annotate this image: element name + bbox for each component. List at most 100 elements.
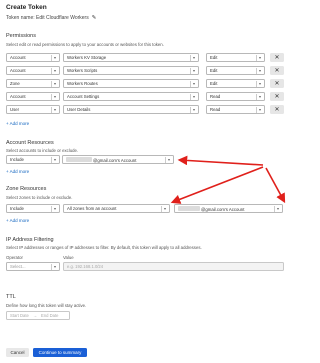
continue-to-summary-button[interactable]: Continue to summary [33,348,87,357]
zone-add-more-link[interactable]: + Add more [6,218,29,223]
remove-permission-button[interactable]: ✕ [270,66,284,75]
zone-account-select[interactable]: @gmail.com's Account ▾ [174,204,283,213]
select-divider [190,106,191,113]
ip-filtering-helper: Select IP addresses or ranges of IP addr… [6,245,202,250]
permission-scope-select[interactable]: Account ▾ [6,53,60,62]
permission-access-select[interactable]: Edit ▾ [206,79,265,88]
permission-scope-select[interactable]: Zone ▾ [6,79,60,88]
permission-resource-select-value: User Details [67,107,91,112]
zone-account-value: @gmail.com's Account [178,205,245,212]
permission-resource-select[interactable]: Workers KV Storage ▾ [63,53,199,62]
arrow-right-icon: → [32,313,38,318]
ttl-helper: Define how long this token will stay act… [6,303,87,308]
select-divider [256,80,257,87]
chevron-down-icon: ▾ [192,94,195,99]
chevron-down-icon: ▾ [192,55,195,60]
zone-scope-select[interactable]: All zones from an account ▾ [63,204,170,213]
permission-access-select-value: Read [210,107,221,112]
chevron-down-icon: ▾ [167,157,170,162]
annotation-arrow-account [177,155,264,166]
permissions-add-more-link[interactable]: + Add more [6,121,29,126]
operator-select[interactable]: Select... ▾ [6,262,60,271]
account-select-label: @gmail.com's Account [93,157,137,163]
permission-access-select[interactable]: Read ▾ [206,92,265,101]
remove-permission-button[interactable]: ✕ [270,79,284,88]
zone-include-value: Include [10,206,24,211]
chevron-down-icon: ▾ [53,94,56,99]
permission-access-select[interactable]: Edit ▾ [206,53,265,62]
permission-scope-select-value: Account [10,94,26,99]
permission-access-select[interactable]: Read ▾ [206,105,265,114]
account-add-more-link[interactable]: + Add more [6,169,29,174]
account-include-select[interactable]: Include ▾ [6,155,60,164]
zone-include-select[interactable]: Include ▾ [6,204,60,213]
permission-resource-select-value: Workers Routes [67,81,98,86]
permission-access-select[interactable]: Edit ▾ [206,66,265,75]
permission-scope-select-value: Account [10,55,26,60]
pencil-icon[interactable]: ✎ [92,15,97,21]
permission-scope-select[interactable]: User ▾ [6,105,60,114]
select-divider [51,156,52,163]
chevron-down-icon: ▾ [276,206,279,211]
zone-resources-heading: Zone Resources [6,186,47,192]
permission-resource-select[interactable]: User Details ▾ [63,105,199,114]
select-divider [51,54,52,61]
chevron-down-icon: ▾ [53,157,56,162]
select-divider [190,80,191,87]
chevron-down-icon: ▾ [258,94,261,99]
chevron-down-icon: ▾ [192,107,195,112]
select-divider [256,106,257,113]
close-icon: ✕ [274,107,280,113]
ip-value-placeholder: e.g. 192.168.1.0/24 [67,264,104,269]
page-title: Create Token [6,4,47,11]
operator-select-placeholder: Select... [10,264,26,269]
chevron-down-icon: ▾ [53,264,56,269]
account-resources-heading: Account Resources [6,140,54,146]
account-select[interactable]: @gmail.com's Account ▾ [62,155,174,164]
cancel-button[interactable]: Cancel [6,348,29,357]
permission-resource-select-value: Workers Scripts [67,68,98,73]
permission-access-select-value: Read [210,94,221,99]
remove-permission-button[interactable]: ✕ [270,92,284,101]
chevron-down-icon: ▾ [53,206,56,211]
select-divider [51,67,52,74]
close-icon: ✕ [274,68,280,74]
redacted-email [66,156,92,162]
zone-account-label: @gmail.com's Account [201,206,245,212]
account-include-value: Include [10,157,24,162]
chevron-down-icon: ▾ [258,81,261,86]
operator-label: Operator [6,255,23,260]
chevron-down-icon: ▾ [53,107,56,112]
permission-resource-select[interactable]: Workers Routes ▾ [63,79,199,88]
select-divider [256,67,257,74]
chevron-down-icon: ▾ [53,55,56,60]
permission-scope-select-value: Zone [10,81,20,86]
ttl-heading: TTL [6,294,16,300]
account-resources-helper: Select accounts to include or exclude. [6,148,79,153]
ip-filtering-heading: IP Address Filtering [6,237,54,243]
permission-access-select-value: Edit [210,68,218,73]
select-divider [190,93,191,100]
zone-resources-helper: Select zones to include or exclude. [6,195,73,200]
value-label: Value [63,255,74,260]
redacted-email [178,205,200,211]
select-divider [51,263,52,270]
remove-permission-button[interactable]: ✕ [270,53,284,62]
close-icon: ✕ [274,55,280,61]
remove-permission-button[interactable]: ✕ [270,105,284,114]
permission-resource-select[interactable]: Workers Scripts ▾ [63,66,199,75]
chevron-down-icon: ▾ [258,107,261,112]
permission-resource-select-value: Workers KV Storage [67,55,107,60]
permission-resource-select-value: Account Settings [67,94,100,99]
permissions-heading: Permissions [6,33,36,39]
close-icon: ✕ [274,81,280,87]
permission-access-select-value: Edit [210,55,218,60]
ttl-date-range[interactable]: Start Date → End Date [6,311,70,320]
permission-scope-select[interactable]: Account ▾ [6,92,60,101]
ip-value-input[interactable]: e.g. 192.168.1.0/24 [63,262,284,271]
token-name-label: Token name: Edit Cloudflare Workers [6,15,89,21]
permission-resource-select[interactable]: Account Settings ▾ [63,92,199,101]
ttl-end-date[interactable]: End Date [41,313,58,318]
ttl-start-date[interactable]: Start Date [10,313,29,318]
permission-scope-select[interactable]: Account ▾ [6,66,60,75]
